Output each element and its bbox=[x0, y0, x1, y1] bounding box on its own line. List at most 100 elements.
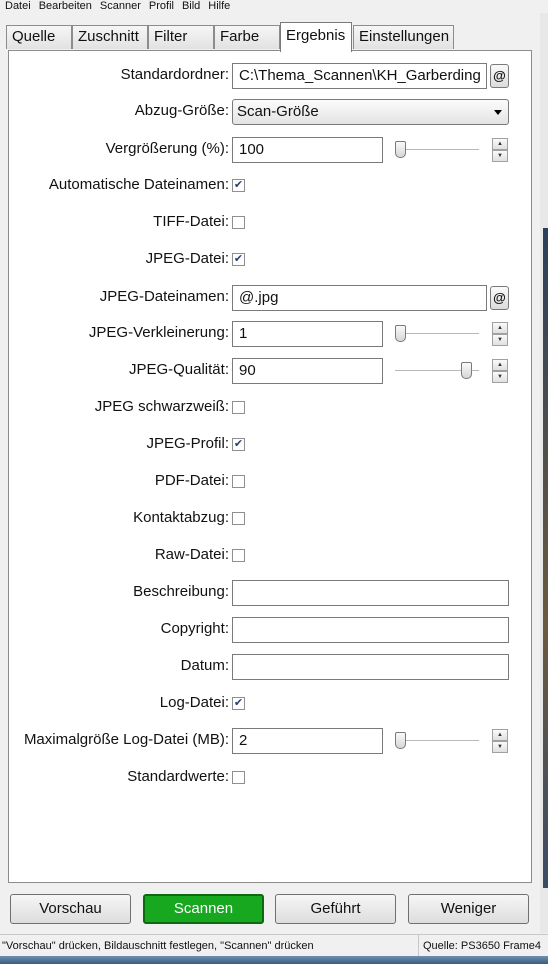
slider-thumb[interactable] bbox=[395, 325, 406, 342]
log-label: Log-Datei: bbox=[159, 694, 229, 711]
row-abzug-groesse: Abzug-Größe: Scan-Größe bbox=[0, 98, 548, 126]
tab-farbe[interactable]: Farbe bbox=[214, 25, 280, 49]
row-raw: Raw-Datei: bbox=[0, 542, 548, 570]
auto-namen-label: Automatische Dateinamen: bbox=[48, 176, 229, 193]
tab-bar: Quelle Zuschnitt Filter Farbe Ergebnis E… bbox=[0, 13, 548, 52]
row-vergroesserung: Vergrößerung (%): 100 ▲ ▼ bbox=[0, 136, 548, 164]
abzug-groesse-value: Scan-Größe bbox=[237, 103, 319, 120]
auto-namen-checkbox[interactable]: ✔ bbox=[232, 179, 245, 192]
standardordner-label: Standardordner: bbox=[120, 66, 229, 83]
menu-bild[interactable]: Bild bbox=[177, 0, 203, 12]
jpeg-profil-checkbox[interactable]: ✔ bbox=[232, 438, 245, 451]
jpeg-verkleinerung-slider[interactable] bbox=[395, 320, 479, 348]
spin-down-icon[interactable]: ▼ bbox=[492, 150, 508, 162]
menu-profil[interactable]: Profil bbox=[144, 0, 177, 12]
slider-thumb[interactable] bbox=[395, 732, 406, 749]
weniger-button[interactable]: Weniger bbox=[408, 894, 529, 924]
jpeg-profil-label: JPEG-Profil: bbox=[146, 435, 229, 452]
chevron-down-icon bbox=[494, 110, 502, 115]
datum-label: Datum: bbox=[180, 657, 229, 674]
jpeg-namen-field[interactable]: @.jpg bbox=[232, 285, 487, 311]
kontaktabzug-label: Kontaktabzug: bbox=[133, 509, 229, 526]
slider-track bbox=[395, 149, 479, 151]
tab-einstellungen[interactable]: Einstellungen bbox=[353, 25, 454, 49]
copyright-label: Copyright: bbox=[160, 620, 229, 637]
beschreibung-label: Beschreibung: bbox=[133, 583, 229, 600]
jpeg-namen-at-button[interactable]: @ bbox=[490, 286, 509, 310]
status-source: Quelle: PS3650 Frame4 bbox=[418, 935, 548, 957]
jpeg-qualitaet-spinner[interactable]: ▲ ▼ bbox=[492, 359, 508, 383]
menu-bar: Datei Bearbeiten Scanner Profil Bild Hilfe bbox=[0, 0, 548, 13]
jpeg-qualitaet-field[interactable]: 90 bbox=[232, 358, 383, 384]
spin-up-icon[interactable]: ▲ bbox=[492, 138, 508, 150]
slider-thumb[interactable] bbox=[461, 362, 472, 379]
row-log-max: Maximalgröße Log-Datei (MB): 2 ▲ ▼ bbox=[0, 727, 548, 755]
datum-field[interactable] bbox=[232, 654, 509, 680]
row-jpeg: JPEG-Datei: ✔ bbox=[0, 246, 548, 274]
row-jpeg-namen: JPEG-Dateinamen: @.jpg @ bbox=[0, 284, 548, 312]
log-checkbox[interactable]: ✔ bbox=[232, 697, 245, 710]
log-max-slider[interactable] bbox=[395, 727, 479, 755]
jpeg-verkleinerung-spinner[interactable]: ▲ ▼ bbox=[492, 322, 508, 346]
standardordner-field[interactable]: C:\Thema_Scannen\KH_Garberding bbox=[232, 63, 487, 89]
spin-down-icon[interactable]: ▼ bbox=[492, 334, 508, 346]
row-jpeg-sw: JPEG schwarzweiß: bbox=[0, 394, 548, 422]
spin-up-icon[interactable]: ▲ bbox=[492, 729, 508, 741]
beschreibung-field[interactable] bbox=[232, 580, 509, 606]
abzug-groesse-select[interactable]: Scan-Größe bbox=[232, 99, 509, 125]
kontaktabzug-checkbox[interactable] bbox=[232, 512, 245, 525]
tab-filter[interactable]: Filter bbox=[148, 25, 214, 49]
row-pdf: PDF-Datei: bbox=[0, 468, 548, 496]
log-max-spinner[interactable]: ▲ ▼ bbox=[492, 729, 508, 753]
scannen-button[interactable]: Scannen bbox=[143, 894, 264, 924]
menu-bearbeiten[interactable]: Bearbeiten bbox=[34, 0, 95, 12]
gefuehrt-button[interactable]: Geführt bbox=[275, 894, 396, 924]
jpeg-sw-label: JPEG schwarzweiß: bbox=[94, 398, 229, 415]
jpeg-checkbox[interactable]: ✔ bbox=[232, 253, 245, 266]
abzug-groesse-label: Abzug-Größe: bbox=[134, 102, 229, 119]
menu-hilfe[interactable]: Hilfe bbox=[203, 0, 233, 12]
row-standardordner: Standardordner: C:\Thema_Scannen\KH_Garb… bbox=[0, 62, 548, 90]
row-standardwerte: Standardwerte: bbox=[0, 764, 548, 792]
spin-down-icon[interactable]: ▼ bbox=[492, 371, 508, 383]
status-message: "Vorschau" drücken, Bildauschnitt festle… bbox=[2, 940, 314, 952]
jpeg-qualitaet-label: JPEG-Qualität: bbox=[128, 361, 229, 378]
tab-ergebnis[interactable]: Ergebnis bbox=[280, 22, 352, 52]
jpeg-namen-label: JPEG-Dateinamen: bbox=[99, 288, 229, 305]
jpeg-verkleinerung-label: JPEG-Verkleinerung: bbox=[88, 324, 229, 341]
menu-datei[interactable]: Datei bbox=[0, 0, 34, 12]
standardwerte-label: Standardwerte: bbox=[127, 768, 229, 785]
slider-thumb[interactable] bbox=[395, 141, 406, 158]
menu-scanner[interactable]: Scanner bbox=[95, 0, 144, 12]
jpeg-sw-checkbox[interactable] bbox=[232, 401, 245, 414]
standardordner-at-button[interactable]: @ bbox=[490, 64, 509, 88]
raw-label: Raw-Datei: bbox=[154, 546, 229, 563]
status-bar: "Vorschau" drücken, Bildauschnitt festle… bbox=[0, 934, 548, 957]
vergroesserung-field[interactable]: 100 bbox=[232, 137, 383, 163]
vergroesserung-label: Vergrößerung (%): bbox=[105, 140, 229, 157]
copyright-field[interactable] bbox=[232, 617, 509, 643]
slider-track bbox=[395, 740, 479, 742]
vergroesserung-spinner[interactable]: ▲ ▼ bbox=[492, 138, 508, 162]
tab-zuschnitt[interactable]: Zuschnitt bbox=[72, 25, 148, 49]
row-beschreibung: Beschreibung: bbox=[0, 579, 548, 607]
jpeg-label: JPEG-Datei: bbox=[145, 250, 229, 267]
tiff-label: TIFF-Datei: bbox=[153, 213, 229, 230]
standardwerte-checkbox[interactable] bbox=[232, 771, 245, 784]
taskbar bbox=[0, 956, 548, 964]
log-max-field[interactable]: 2 bbox=[232, 728, 383, 754]
tiff-checkbox[interactable] bbox=[232, 216, 245, 229]
pdf-checkbox[interactable] bbox=[232, 475, 245, 488]
row-jpeg-verkleinerung: JPEG-Verkleinerung: 1 ▲ ▼ bbox=[0, 320, 548, 348]
spin-down-icon[interactable]: ▼ bbox=[492, 741, 508, 753]
row-auto-namen: Automatische Dateinamen: ✔ bbox=[0, 172, 548, 200]
spin-up-icon[interactable]: ▲ bbox=[492, 359, 508, 371]
tab-quelle[interactable]: Quelle bbox=[6, 25, 72, 49]
vorschau-button[interactable]: Vorschau bbox=[10, 894, 131, 924]
raw-checkbox[interactable] bbox=[232, 549, 245, 562]
spin-up-icon[interactable]: ▲ bbox=[492, 322, 508, 334]
jpeg-verkleinerung-field[interactable]: 1 bbox=[232, 321, 383, 347]
vergroesserung-slider[interactable] bbox=[395, 136, 479, 164]
jpeg-qualitaet-slider[interactable] bbox=[395, 357, 479, 385]
pdf-label: PDF-Datei: bbox=[154, 472, 229, 489]
